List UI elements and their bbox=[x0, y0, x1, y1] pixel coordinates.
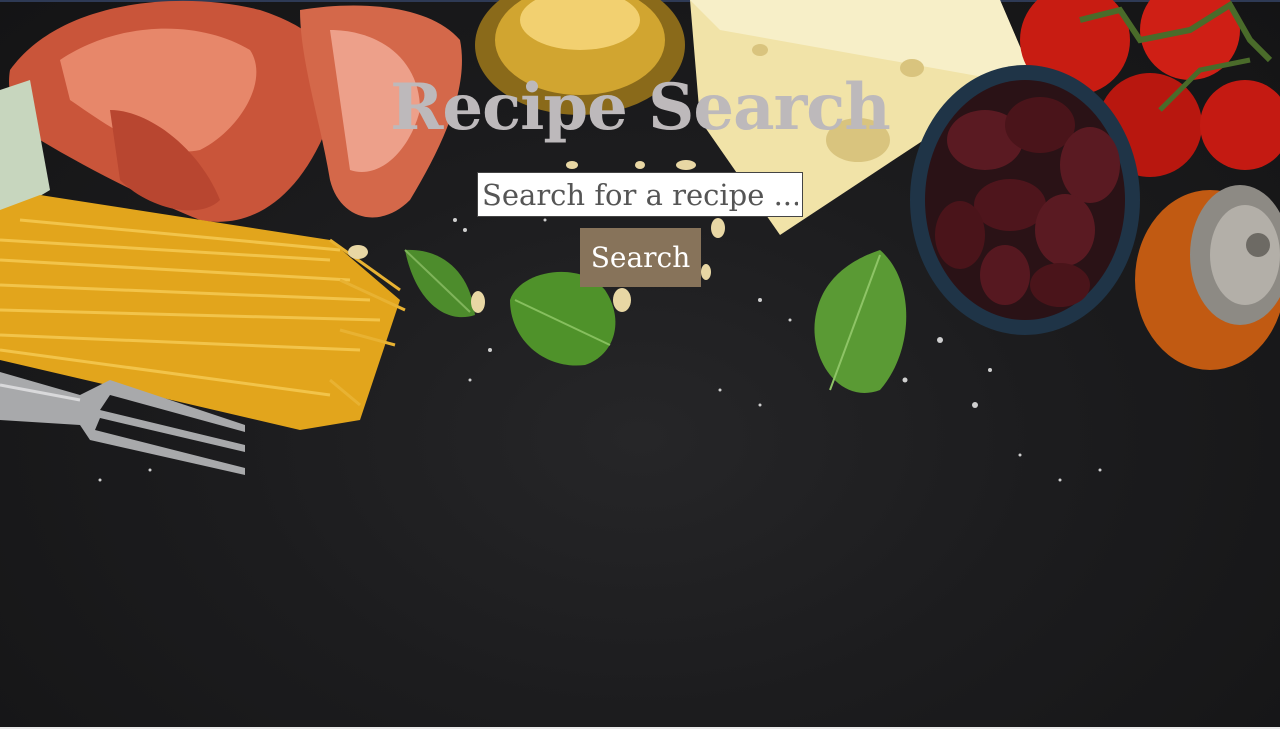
search-button[interactable]: Search bbox=[580, 228, 701, 287]
page-title: Recipe Search bbox=[390, 70, 891, 145]
recipe-search-page: Recipe Search Search bbox=[0, 0, 1280, 729]
search-input[interactable] bbox=[477, 172, 803, 217]
pepper-mill bbox=[1135, 185, 1280, 370]
